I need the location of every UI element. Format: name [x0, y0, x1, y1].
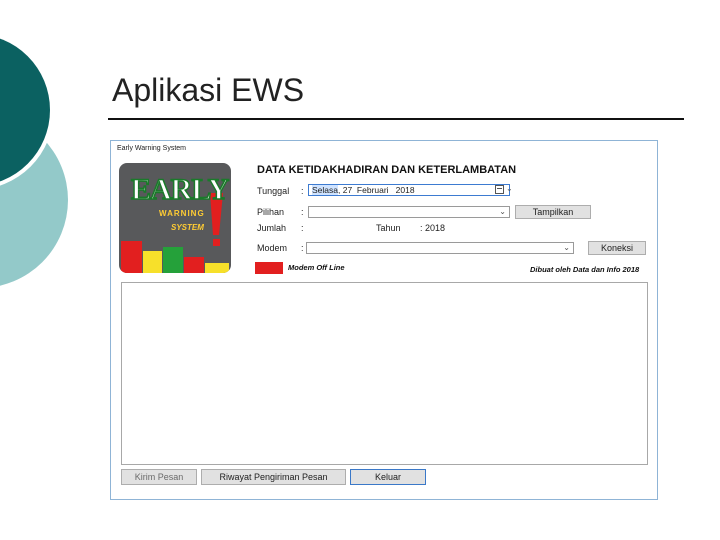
logo-bar [205, 263, 229, 273]
date-number: , 27 [338, 185, 353, 195]
title-rule [108, 118, 684, 120]
tanggal-date-picker[interactable]: Selasa, 27 Februari 2018 [308, 184, 510, 196]
modem-select[interactable]: ⌄ [306, 242, 574, 254]
decorative-circles [0, 34, 68, 286]
logo-bar [184, 257, 204, 273]
modem-status-indicator [255, 262, 283, 274]
app-window: Early Warning System EARLY WARNING SYSTE… [110, 140, 658, 500]
tanggal-label: Tunggal [257, 186, 290, 196]
chevron-down-icon: ⌄ [563, 243, 570, 252]
window-title: Early Warning System [117, 145, 186, 152]
keluar-button[interactable]: Keluar [350, 469, 426, 485]
form-heading: DATA KETIDAKHADIRAN DAN KETERLAMBATAN [257, 164, 517, 176]
logo-big-text: EARLY [130, 172, 230, 207]
tanggal-colon: : [301, 186, 304, 196]
ews-logo: EARLY WARNING SYSTEM [119, 163, 231, 273]
credit-text: Dibuat oleh Data dan Info 2018 [530, 265, 640, 274]
logo-word-warning: WARNING [159, 209, 205, 218]
pilihan-colon: : [301, 207, 304, 217]
message-list-area[interactable] [121, 282, 648, 465]
pilihan-select[interactable]: ⌄ [308, 206, 510, 218]
logo-bar [143, 251, 162, 273]
jumlah-colon: : [301, 223, 304, 233]
modem-colon: : [301, 243, 304, 253]
koneksi-button[interactable]: Koneksi [588, 241, 646, 255]
logo-word-system: SYSTEM [171, 223, 204, 232]
exclamation-dot [213, 239, 220, 246]
modem-status-text: Modem Off Line [288, 263, 345, 272]
date-year: 2018 [395, 185, 415, 195]
calendar-chevron-down-icon[interactable]: ⌄ [506, 184, 513, 193]
pilihan-label: Pilihan [257, 207, 285, 217]
logo-bar [163, 247, 183, 273]
logo-bar [121, 241, 142, 273]
kirim-pesan-button[interactable]: Kirim Pesan [121, 469, 197, 485]
modem-label: Modem [257, 243, 288, 253]
slide-title: Aplikasi EWS [112, 72, 305, 108]
date-month: Februari [356, 185, 389, 195]
riwayat-pengiriman-button[interactable]: Riwayat Pengiriman Pesan [201, 469, 346, 485]
tahun-label: Tahun [376, 223, 401, 233]
date-day: Selasa [312, 185, 338, 195]
jumlah-label: Jumlah [257, 223, 287, 233]
calendar-icon[interactable] [495, 185, 504, 194]
tampilkan-button[interactable]: Tampilkan [515, 205, 591, 219]
tahun-value: : 2018 [420, 223, 446, 233]
chevron-down-icon: ⌄ [499, 207, 506, 216]
